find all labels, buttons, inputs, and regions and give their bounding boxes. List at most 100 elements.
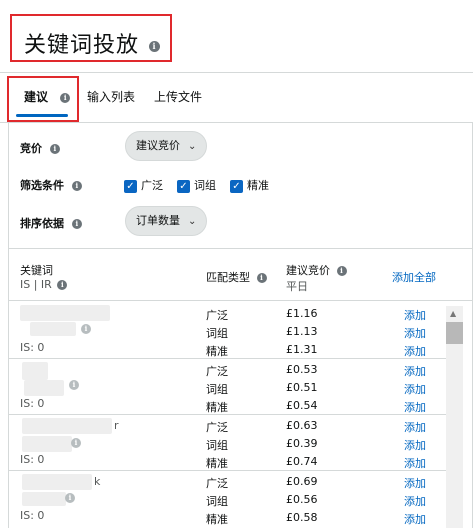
impression-share: IS: 0 [20, 341, 45, 354]
add-button[interactable]: 添加 [404, 475, 426, 491]
redacted-keyword [22, 474, 92, 490]
info-icon[interactable]: i [71, 438, 81, 448]
row-divider [8, 414, 446, 415]
bid-dropdown[interactable]: 建议竞价 ⌄ [125, 131, 208, 161]
add-button[interactable]: 添加 [404, 399, 426, 415]
checkbox-exact-label: 精准 [247, 179, 269, 192]
chevron-down-icon: ⌄ [188, 216, 197, 227]
suggested-bid: £0.74 [286, 455, 318, 468]
redacted-keyword [30, 322, 76, 336]
add-button[interactable]: 添加 [404, 381, 426, 397]
info-icon[interactable]: i [60, 92, 71, 103]
checkmark-icon: ✓ [124, 179, 137, 193]
add-button[interactable]: 添加 [404, 343, 426, 359]
add-button[interactable]: 添加 [404, 455, 426, 471]
suggested-bid: £0.53 [286, 363, 318, 376]
tab-enter-list[interactable]: 输入列表 [87, 88, 135, 105]
suggested-bid: £1.31 [286, 343, 318, 356]
match-type: 精准 [206, 345, 228, 358]
info-icon[interactable]: i [336, 266, 347, 276]
checkbox-phrase[interactable]: ✓ 词组 [177, 177, 216, 193]
info-icon[interactable]: i [71, 219, 82, 229]
info-icon[interactable]: i [65, 493, 75, 503]
match-type: 精准 [206, 513, 228, 526]
match-type: 精准 [206, 457, 228, 470]
add-button[interactable]: 添加 [404, 419, 426, 435]
suggested-bid: £0.54 [286, 399, 318, 412]
add-button[interactable]: 添加 [404, 325, 426, 341]
info-icon[interactable]: i [71, 181, 82, 191]
impression-share: IS: 0 [20, 453, 45, 466]
scrollbar-thumb[interactable] [446, 322, 463, 344]
redacted-keyword [24, 380, 64, 396]
sort-label-text: 排序依据 [20, 217, 64, 230]
suggested-bid: £0.63 [286, 419, 318, 432]
bid-dropdown-value: 建议竞价 [136, 139, 180, 152]
checkmark-icon: ✓ [177, 179, 190, 193]
keyword-text-fragment: k [94, 475, 101, 488]
col-header-suggested-bid: 建议竞价 i [286, 262, 347, 278]
checkbox-broad[interactable]: ✓ 广泛 [124, 177, 163, 193]
info-icon[interactable]: i [69, 380, 79, 390]
match-type: 词组 [206, 327, 228, 340]
info-icon[interactable]: i [49, 144, 60, 154]
sort-dropdown[interactable]: 订单数量 ⌄ [125, 206, 208, 236]
divider [8, 248, 472, 249]
checkbox-broad-label: 广泛 [141, 179, 163, 192]
redacted-keyword [22, 492, 66, 506]
filter-label: 筛选条件 i [20, 177, 82, 193]
sort-dropdown-value: 订单数量 [136, 214, 180, 227]
add-button[interactable]: 添加 [404, 511, 426, 527]
col-header-is-ir-text: IS | IR [20, 278, 52, 291]
page-title: 关键词投放 i [24, 27, 161, 59]
info-icon[interactable]: i [81, 324, 91, 334]
tab-suggested-label: 建议 [24, 90, 49, 104]
add-all-link[interactable]: 添加全部 [392, 269, 436, 285]
suggested-bid: £1.13 [286, 325, 318, 338]
impression-share: IS: 0 [20, 397, 45, 410]
suggested-bid: £0.39 [286, 437, 318, 450]
suggested-bid: £0.51 [286, 381, 318, 394]
match-type: 词组 [206, 383, 228, 396]
info-icon[interactable]: i [57, 280, 68, 290]
chevron-down-icon: ⌄ [188, 141, 197, 152]
add-button[interactable]: 添加 [404, 307, 426, 323]
match-type: 词组 [206, 439, 228, 452]
checkbox-phrase-label: 词组 [194, 179, 216, 192]
match-type: 词组 [206, 495, 228, 508]
match-type: 广泛 [206, 421, 228, 434]
checkbox-exact[interactable]: ✓ 精准 [230, 177, 269, 193]
info-icon[interactable]: i [256, 273, 267, 283]
tab-upload-file[interactable]: 上传文件 [154, 88, 202, 105]
col-header-match-type: 匹配类型 i [206, 269, 267, 285]
match-type: 广泛 [206, 477, 228, 490]
info-icon[interactable]: i [149, 40, 161, 52]
col-header-is-ir: IS | IR i [20, 278, 68, 291]
redacted-keyword [22, 362, 48, 380]
col-header-bid-text: 建议竞价 [286, 264, 330, 277]
bid-label: 竞价 i [20, 140, 60, 156]
suggested-bid: £0.58 [286, 511, 318, 524]
keyword-text-fragment: r [114, 419, 119, 432]
add-button[interactable]: 添加 [404, 493, 426, 509]
redacted-keyword [20, 305, 110, 321]
add-button[interactable]: 添加 [404, 437, 426, 453]
active-tab-indicator [16, 114, 68, 117]
impression-share: IS: 0 [20, 509, 45, 522]
col-header-keyword: 关键词 [20, 264, 53, 277]
sort-label: 排序依据 i [20, 215, 82, 231]
scroll-up-arrow-icon[interactable]: ▲ [450, 309, 456, 318]
keyword-targeting-panel: 关键词投放 i 建议 i 输入列表 上传文件 竞价 i 建议竞价 ⌄ 筛选条件 i… [0, 0, 473, 528]
suggested-bid: £1.16 [286, 307, 318, 320]
bid-label-text: 竞价 [20, 142, 42, 155]
tab-suggested[interactable]: 建议 i [24, 88, 71, 105]
match-type: 精准 [206, 401, 228, 414]
col-header-bid-sub: 平日 [286, 280, 308, 293]
add-button[interactable]: 添加 [404, 363, 426, 379]
suggested-bid: £0.69 [286, 475, 318, 488]
table-header-divider [8, 300, 472, 301]
redacted-keyword [22, 436, 72, 452]
suggested-bid: £0.56 [286, 493, 318, 506]
redacted-keyword [22, 418, 112, 434]
row-divider [8, 358, 446, 359]
